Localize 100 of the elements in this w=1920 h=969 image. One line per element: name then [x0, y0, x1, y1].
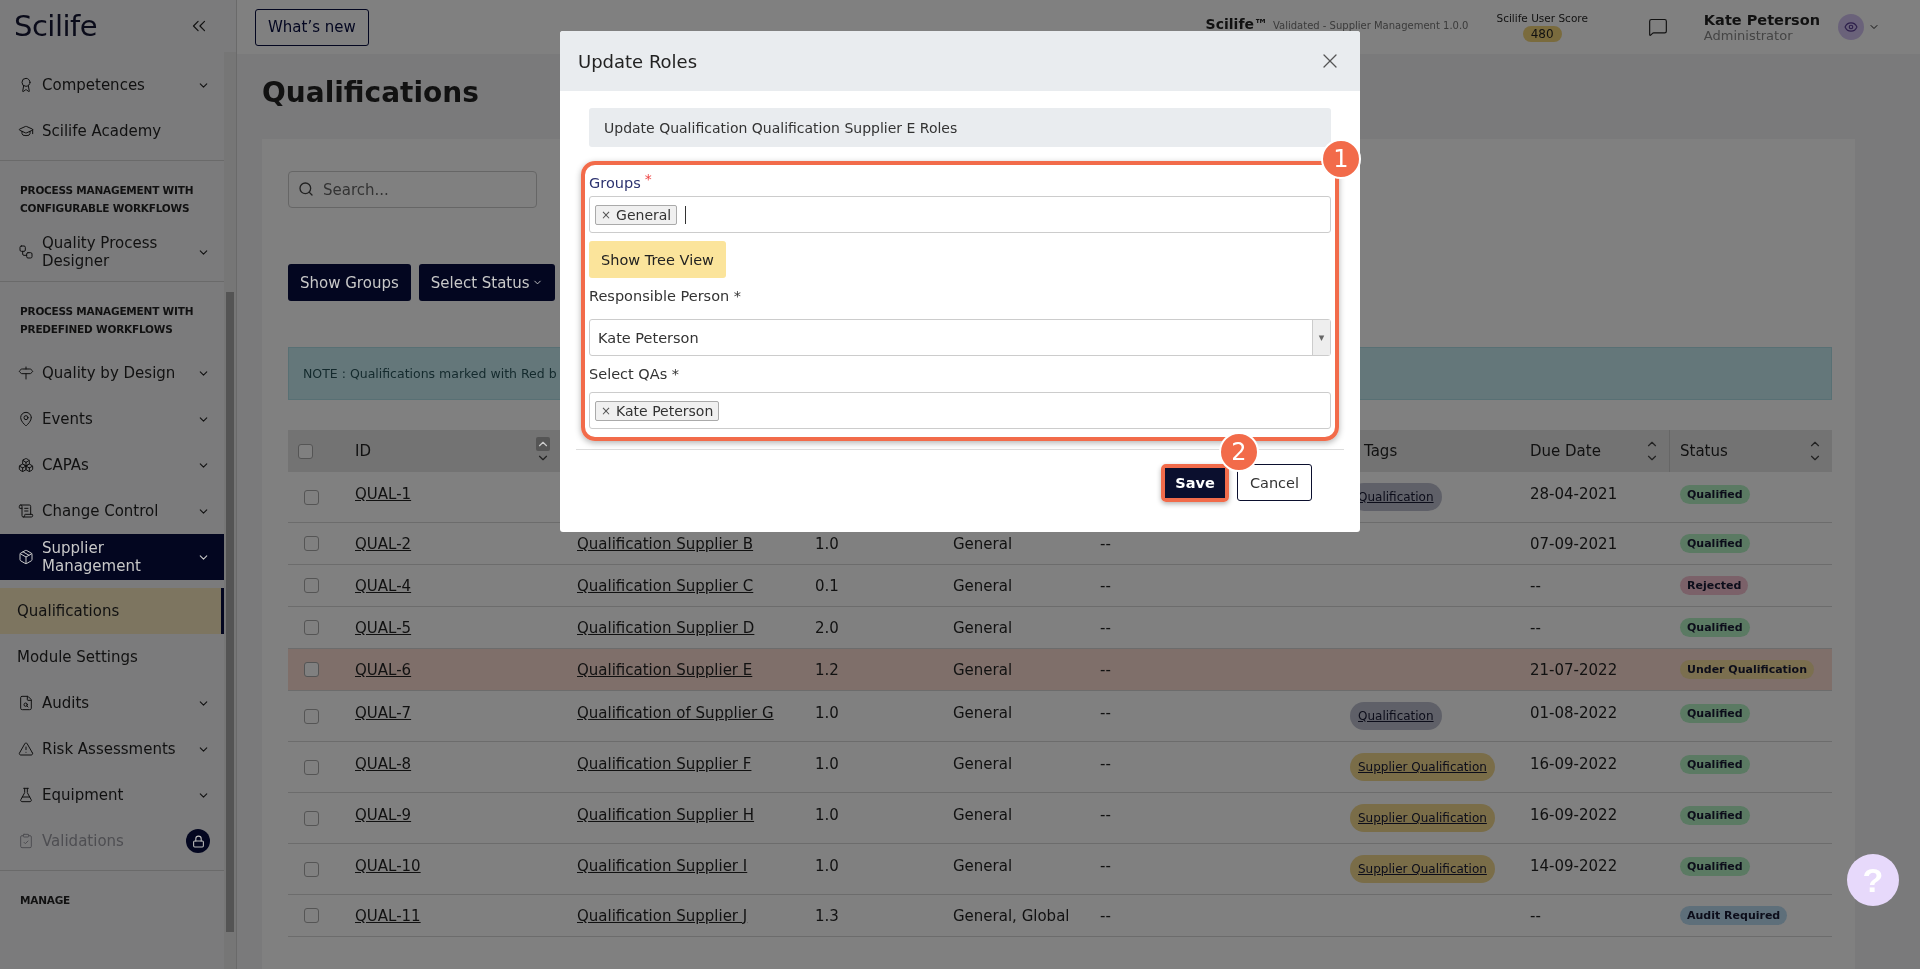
- id-link[interactable]: QUAL-4: [355, 576, 412, 595]
- filter-button[interactable]: Show Groups: [288, 264, 411, 301]
- section-heading: MANAGE: [20, 894, 71, 906]
- boxes-icon: [18, 457, 34, 473]
- column-header: ID: [355, 442, 371, 460]
- sidebar-item-label: Risk Assessments: [42, 740, 177, 758]
- name-link[interactable]: Qualification Supplier J: [577, 906, 748, 925]
- id-link[interactable]: QUAL-1: [355, 485, 412, 503]
- filter-button[interactable]: Select Status: [418, 264, 555, 301]
- sidebar-item[interactable]: CAPAs: [0, 442, 224, 488]
- sidebar-item[interactable]: Quality by Design: [0, 350, 224, 396]
- sidebar-item-label: Competences: [42, 76, 146, 94]
- row-checkbox[interactable]: [304, 908, 319, 923]
- remove-chip-icon[interactable]: ×: [601, 207, 612, 222]
- sidebar-subitem[interactable]: Qualifications: [0, 588, 224, 634]
- sidebar-item-label: Scilife Academy: [42, 122, 163, 140]
- name-link[interactable]: Qualification Supplier B: [577, 534, 754, 553]
- id-link[interactable]: QUAL-10: [355, 857, 421, 875]
- chip[interactable]: × Kate Peterson: [595, 400, 720, 421]
- sidebar-item[interactable]: Scilife Academy: [0, 108, 224, 154]
- id-link[interactable]: QUAL-5: [355, 618, 412, 637]
- logo[interactable]: Scilife: [14, 9, 98, 43]
- row-checkbox[interactable]: [304, 810, 319, 826]
- whats-new-button[interactable]: What’s new: [255, 8, 369, 46]
- sidebar-item[interactable]: Risk Assessments: [0, 726, 224, 772]
- graduation-cap-icon: [18, 123, 34, 139]
- tag-pill[interactable]: Supplier Qualification: [1350, 855, 1495, 883]
- sidebar-item[interactable]: Quality Process Designer: [0, 229, 224, 275]
- table-cell: --: [1100, 906, 1111, 925]
- id-link[interactable]: QUAL-2: [355, 534, 412, 553]
- search-field[interactable]: Search...: [288, 171, 537, 208]
- sidebar-item[interactable]: Audits: [0, 680, 224, 726]
- tag-pill[interactable]: Supplier Qualification: [1350, 753, 1495, 781]
- groups-field[interactable]: × General: [589, 196, 1331, 233]
- chip[interactable]: × General: [595, 204, 678, 225]
- remove-chip-icon[interactable]: ×: [601, 403, 612, 418]
- id-link[interactable]: QUAL-11: [355, 906, 421, 925]
- row-checkbox[interactable]: [304, 662, 319, 677]
- field-label: Select QAs *: [589, 366, 681, 382]
- avatar-icon[interactable]: [1838, 14, 1864, 40]
- tree-view-button[interactable]: Show Tree View: [589, 241, 726, 278]
- table-cell: --: [1100, 618, 1111, 637]
- scrollbar[interactable]: [224, 52, 236, 969]
- groups-cell: General: [953, 806, 1013, 824]
- row-checkbox[interactable]: [304, 861, 319, 877]
- version-cell: 1.2: [815, 660, 839, 679]
- tag-pill[interactable]: Qualification: [1350, 702, 1442, 730]
- sidebar-item[interactable]: Events: [0, 396, 224, 442]
- cancel-button[interactable]: Cancel: [1236, 464, 1312, 501]
- groups-cell: General, Global: [953, 906, 1070, 925]
- row-checkbox[interactable]: [304, 708, 319, 724]
- qa-field[interactable]: × Kate Peterson: [589, 392, 1331, 429]
- row-checkbox[interactable]: [304, 759, 319, 775]
- sidebar-item-label: CAPAs: [42, 456, 90, 474]
- tag-pill[interactable]: Supplier Qualification: [1350, 804, 1495, 832]
- version-cell: 1.0: [815, 534, 839, 553]
- sidebar-item[interactable]: Change Control: [0, 488, 224, 534]
- id-link[interactable]: QUAL-8: [355, 755, 412, 773]
- step-badge: 2: [1218, 432, 1259, 472]
- groups-cell: General: [953, 755, 1013, 773]
- name-link[interactable]: Qualification Supplier I: [577, 857, 748, 875]
- version-cell: 1.0: [815, 704, 839, 722]
- table-row[interactable]: QUAL-6 Qualification Supplier E 1.2 General -- 21-07-2022 Under Qualification: [288, 649, 1832, 691]
- id-link[interactable]: QUAL-7: [355, 704, 412, 722]
- chat-icon[interactable]: [1647, 17, 1668, 37]
- save-button[interactable]: Save: [1165, 468, 1225, 498]
- groups-cell: General: [953, 576, 1013, 595]
- sidebar-item-label: Quality Process Designer: [42, 234, 159, 270]
- section-heading: PROCESS MANAGEMENT WITH PREDEFINED WORKFLOWS: [20, 305, 194, 335]
- responsible-select[interactable]: Kate Peterson ▾: [589, 319, 1331, 356]
- name-link[interactable]: Qualification Supplier C: [577, 576, 754, 595]
- name-link[interactable]: Qualification Supplier D: [577, 618, 755, 637]
- sidebar-item[interactable]: Competences: [0, 62, 224, 108]
- version-cell: 0.1: [815, 576, 839, 595]
- note-text: NOTE : Qualifications marked with Red b: [303, 366, 557, 381]
- name-link[interactable]: Qualification Supplier F: [577, 755, 752, 773]
- sidebar-subitem[interactable]: Module Settings: [0, 634, 224, 680]
- row-checkbox[interactable]: [304, 536, 319, 551]
- sidebar-item-label: Change Control: [42, 502, 160, 520]
- sidebar-item[interactable]: Supplier Management: [0, 534, 224, 580]
- row-checkbox[interactable]: [304, 489, 319, 505]
- name-link[interactable]: Qualification Supplier E: [577, 660, 753, 679]
- due-date-cell: 07-09-2021: [1530, 534, 1618, 553]
- version-cell: 1.0: [815, 857, 839, 875]
- table-cell: --: [1100, 576, 1111, 595]
- status-badge: Qualified: [1680, 755, 1750, 774]
- row-checkbox[interactable]: [304, 578, 319, 593]
- status-badge: Qualified: [1680, 618, 1750, 637]
- row-checkbox[interactable]: [304, 620, 319, 635]
- id-link[interactable]: QUAL-9: [355, 806, 412, 824]
- name-link[interactable]: Qualification of Supplier G: [577, 704, 774, 722]
- sidebar-item[interactable]: Equipment: [0, 772, 224, 818]
- id-link[interactable]: QUAL-6: [355, 660, 412, 679]
- step-badge: 1: [1321, 139, 1361, 179]
- file-search-icon: [18, 695, 34, 711]
- select-all-checkbox[interactable]: [298, 443, 313, 459]
- page-title: Qualifications: [262, 76, 480, 109]
- name-link[interactable]: Qualification Supplier H: [577, 806, 755, 824]
- score-label: Scilife User Score: [1496, 12, 1588, 24]
- field-label: Groups: [589, 175, 641, 191]
